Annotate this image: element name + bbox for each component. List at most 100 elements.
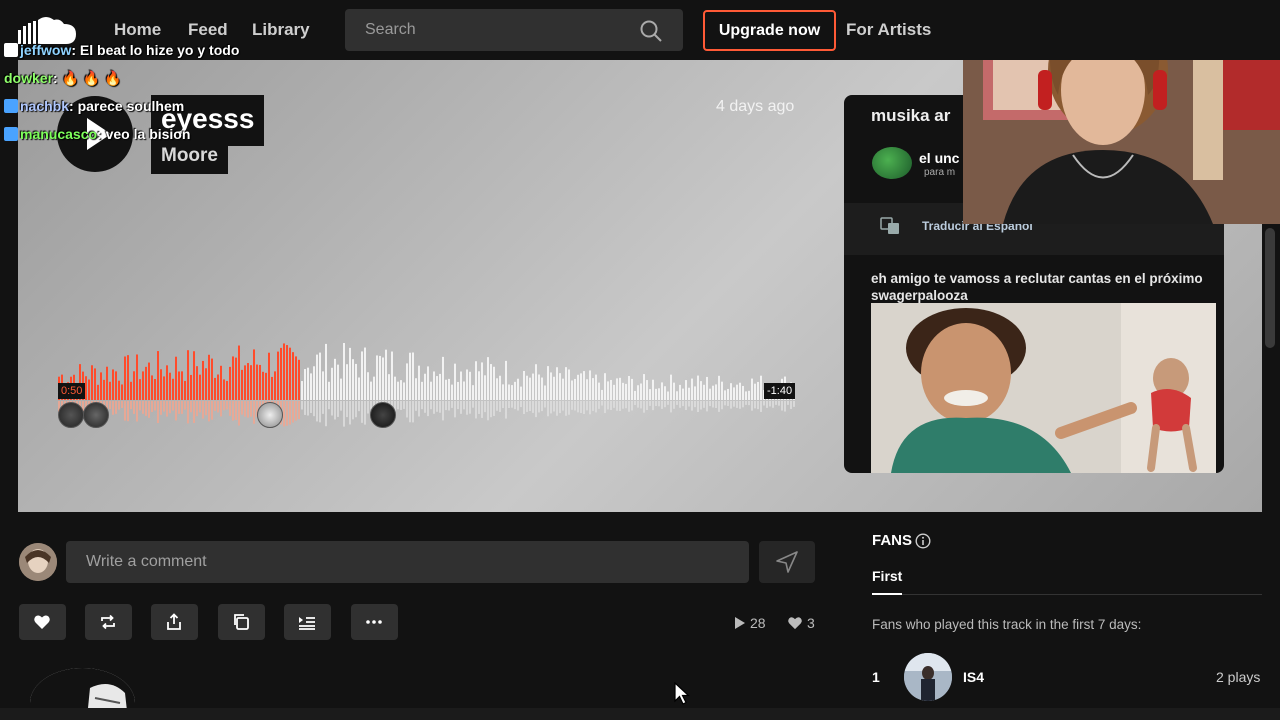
waveform-bar-reflection	[592, 401, 594, 411]
copy-link-button[interactable]	[218, 604, 265, 640]
waveform-bar-reflection	[475, 401, 477, 419]
waveform-bar-reflection	[439, 401, 441, 413]
share-button[interactable]	[151, 604, 198, 640]
search-icon[interactable]	[639, 19, 663, 43]
waveform-bar-reflection	[706, 401, 708, 412]
waveform-bar-reflection	[139, 401, 141, 411]
waveform-bar-reflection	[517, 401, 519, 411]
waveform-bar-reflection	[745, 401, 747, 405]
user-avatar[interactable]	[19, 543, 57, 581]
waveform-bar	[163, 376, 165, 400]
waveform-bar-reflection	[367, 401, 369, 414]
waveform-bar-reflection	[547, 401, 549, 417]
comment-avatar-marker[interactable]	[257, 402, 283, 428]
waveform-bar-reflection	[397, 401, 399, 410]
upgrade-button[interactable]: Upgrade now	[703, 10, 836, 51]
search-input[interactable]	[345, 9, 635, 51]
waveform-bar	[550, 372, 552, 400]
more-options-button[interactable]	[351, 604, 398, 640]
info-icon[interactable]	[915, 533, 931, 549]
chat-separator: :	[53, 70, 62, 86]
waveform-bar-reflection	[289, 401, 291, 425]
scrollbar[interactable]	[1265, 228, 1275, 348]
repost-button[interactable]	[85, 604, 132, 640]
waveform-bar-reflection	[448, 401, 450, 411]
waveform-bar-reflection	[403, 401, 405, 409]
waveform-bar-reflection	[127, 401, 129, 422]
waveform-bar-reflection	[511, 401, 513, 408]
waveform-bar	[739, 382, 741, 400]
nav-library[interactable]: Library	[252, 20, 310, 40]
waveform-bar	[667, 391, 669, 400]
waveform-bar-reflection	[502, 401, 504, 409]
waveform-bar-reflection	[349, 401, 351, 425]
nav-feed[interactable]: Feed	[188, 20, 228, 40]
like-button[interactable]	[19, 604, 66, 640]
waveform-bar-reflection	[718, 401, 720, 412]
waveform-bar-reflection	[202, 401, 204, 419]
send-comment-button[interactable]	[759, 541, 815, 583]
waveform-bar	[403, 382, 405, 400]
comment-avatar-marker[interactable]	[83, 402, 109, 428]
waveform-bar	[718, 375, 720, 400]
comment-avatar-marker[interactable]	[58, 402, 84, 428]
waveform-bar	[208, 354, 210, 400]
waveform-bar	[520, 386, 522, 400]
waveform-bar	[139, 379, 141, 400]
waveform-bar-reflection	[691, 401, 693, 411]
waveform-bar-reflection	[478, 401, 480, 414]
like-count: 3	[807, 615, 815, 631]
nav-home[interactable]: Home	[114, 20, 161, 40]
tab-first[interactable]: First	[872, 568, 902, 584]
fan-name[interactable]: IS4	[963, 669, 984, 685]
waveform-bar	[637, 385, 639, 400]
waveform-bar	[613, 384, 615, 400]
chat-message: nachbk: parece soulhem	[4, 98, 239, 126]
fan-avatar[interactable]	[904, 653, 952, 701]
waveform-bar	[400, 380, 402, 400]
waveform-bar-reflection	[679, 401, 681, 408]
waveform-bar-reflection	[313, 401, 315, 417]
waveform[interactable]	[58, 325, 796, 435]
add-to-playlist-button[interactable]	[284, 604, 331, 640]
waveform-bar-reflection	[181, 401, 183, 414]
waveform-bar	[214, 377, 216, 400]
waveform-bar	[307, 367, 309, 400]
waveform-bar	[496, 378, 498, 400]
chat-text: 🔥 🔥 🔥	[61, 70, 122, 86]
waveform-bar-reflection	[130, 401, 132, 410]
waveform-bar-reflection	[739, 401, 741, 409]
side-post-avatar[interactable]	[872, 147, 912, 179]
nav-for-artists[interactable]: For Artists	[846, 20, 931, 40]
waveform-bar	[199, 374, 201, 400]
waveform-bar-reflection	[187, 401, 189, 424]
side-post-user[interactable]: el unc	[919, 150, 959, 166]
waveform-bar-reflection	[151, 401, 153, 413]
comment-input[interactable]	[66, 541, 749, 583]
waveform-bar-reflection	[562, 401, 564, 411]
waveform-bar-reflection	[457, 401, 459, 410]
waveform-bar	[115, 371, 117, 400]
waveform-bar	[148, 362, 150, 400]
waveform-bar	[358, 377, 360, 400]
waveform-bar	[256, 364, 258, 400]
waveform-bar-reflection	[343, 401, 345, 427]
translate-icon	[880, 217, 899, 234]
waveform-bar-reflection	[421, 401, 423, 410]
waveform-bar	[250, 365, 252, 400]
comment-avatar-marker[interactable]	[370, 402, 396, 428]
waveform-bar-reflection	[469, 401, 471, 414]
waveform-bar-reflection	[322, 401, 324, 414]
waveform-bar	[742, 385, 744, 400]
waveform-bar-reflection	[184, 401, 186, 410]
waveform-bar-reflection	[208, 401, 210, 422]
waveform-bar	[565, 367, 567, 400]
waveform-bar-reflection	[700, 401, 702, 410]
waveform-bar	[463, 381, 465, 400]
waveform-bar	[106, 366, 108, 400]
waveform-bar-reflection	[415, 401, 417, 411]
waveform-bar	[640, 383, 642, 400]
waveform-bar	[223, 379, 225, 400]
waveform-bar-reflection	[532, 401, 534, 413]
waveform-bar-reflection	[355, 401, 357, 418]
